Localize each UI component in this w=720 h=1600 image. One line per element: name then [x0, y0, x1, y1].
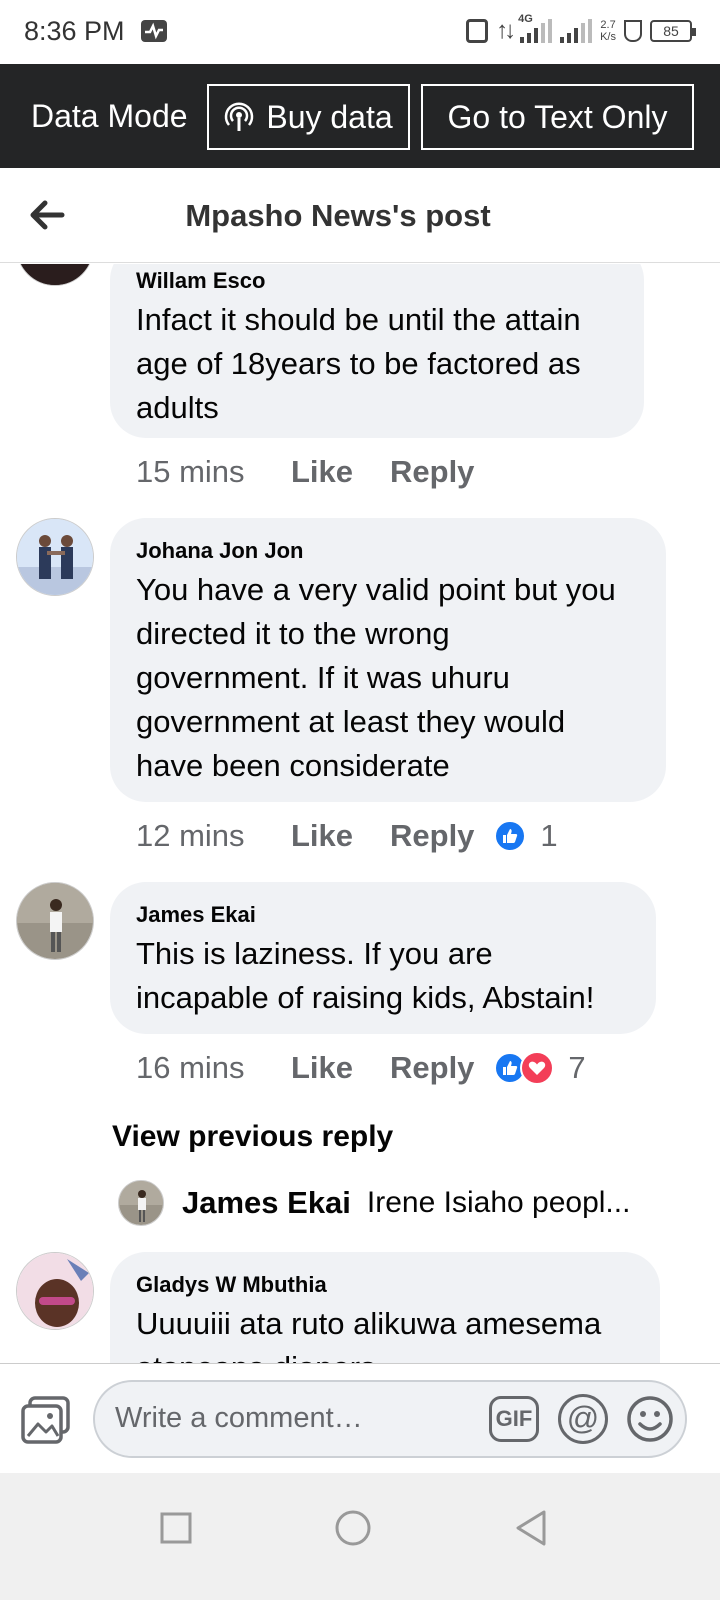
comment-text-line: have been considerate [136, 748, 450, 783]
home-button[interactable] [328, 1503, 378, 1553]
comment-text-line: atapeana diapers [136, 1346, 634, 1364]
love-reaction-icon [520, 1051, 555, 1085]
reaction-count: 1 [540, 818, 558, 853]
photo-icon [21, 1396, 70, 1444]
buy-data-label: Buy data [266, 98, 393, 135]
comment-author[interactable]: Gladys W Mbuthia [136, 1268, 634, 1302]
recents-button[interactable] [151, 1503, 201, 1553]
data-mode-bar: Data Mode Buy data Go to Text Only [0, 64, 720, 168]
reply-author[interactable]: James Ekai [182, 1185, 351, 1221]
speed-value: 2.7 [600, 19, 616, 31]
activity-icon [141, 20, 167, 42]
reply-button[interactable]: Reply [390, 818, 474, 854]
comment-text-line: adults [136, 390, 219, 425]
speed-unit: K/s [600, 31, 616, 43]
emoji-icon [627, 1396, 673, 1442]
comment-placeholder: Write a comment… [115, 1402, 363, 1434]
status-icons: ↑↓ 4G 2.7 K/s 85 [466, 13, 696, 48]
antenna-icon [225, 102, 254, 131]
page-title: Mpasho News's post [185, 198, 491, 233]
comment-author[interactable]: Willam Esco [136, 264, 618, 298]
reply-button[interactable]: Reply [390, 1050, 474, 1086]
comment-text-line: You have a very valid point but you [136, 572, 616, 607]
system-nav-bar [0, 1473, 720, 1600]
back-nav-button[interactable] [506, 1503, 556, 1553]
comment-time: 16 mins [136, 1050, 245, 1085]
mention-button[interactable]: @ [558, 1394, 608, 1444]
comment-text-line: Uuuuiii ata ruto alikuwa amesema [136, 1306, 602, 1341]
nav-back-triangle-icon [516, 1510, 546, 1546]
reaction-count: 7 [568, 1050, 586, 1085]
like-button[interactable]: Like [291, 1050, 390, 1086]
comment-text-line: directed it to the wrong [136, 616, 450, 651]
comment-time: 15 mins [136, 454, 245, 489]
reaction-summary[interactable]: 1 [494, 818, 558, 854]
vibrate-icon [466, 19, 489, 43]
status-bar: 8:36 PM ↑↓ 4G 2.7 K/s 85 [0, 0, 720, 64]
reply-preview[interactable]: James Ekai Irene Isiaho peopl... [118, 1180, 630, 1226]
lab-icon [624, 20, 642, 42]
view-previous-reply-link[interactable]: View previous reply [112, 1120, 393, 1154]
nav-circle-icon [335, 1510, 371, 1546]
emoji-button[interactable] [625, 1394, 675, 1444]
nav-square-icon [160, 1512, 192, 1544]
reply-button[interactable]: Reply [390, 454, 474, 490]
text-only-button[interactable]: Go to Text Only [421, 84, 694, 150]
comment-author[interactable]: James Ekai [136, 898, 630, 932]
comment-actions: 15 mins Like Reply [136, 452, 474, 492]
like-button[interactable]: Like [291, 454, 390, 490]
comment-text-line: government. If it was uhuru [136, 660, 510, 695]
buy-data-button[interactable]: Buy data [207, 84, 410, 150]
signal-sim2-icon [560, 19, 593, 43]
comment-bubble[interactable]: Willam Esco Infact it should be until th… [110, 264, 644, 438]
network-type: 4G [518, 13, 533, 25]
reply-text: Irene Isiaho peopl... [366, 1186, 631, 1219]
comment-text-line: age of 18years to be factored as [136, 346, 581, 381]
post-header: Mpasho News's post [0, 168, 720, 263]
battery-icon: 85 [650, 20, 696, 42]
data-mode-label: Data Mode [31, 98, 188, 134]
comment-text-line: government at least they would [136, 704, 566, 739]
comment-time: 12 mins [136, 818, 245, 853]
status-time: 8:36 PM [24, 16, 125, 46]
comment-author[interactable]: Johana Jon Jon [136, 534, 640, 568]
photo-button[interactable] [20, 1394, 72, 1446]
avatar[interactable] [16, 518, 94, 596]
comment-composer: Write a comment… GIF @ [0, 1363, 720, 1473]
comment-text-line: Infact it should be until the attain [136, 302, 581, 337]
comment-text-line: incapable of raising kids, Abstain! [136, 980, 595, 1015]
data-arrows-icon: ↑↓ [496, 17, 516, 44]
network-speed: 2.7 K/s [600, 19, 616, 43]
comment-bubble[interactable]: Gladys W Mbuthia Uuuuiii ata ruto alikuw… [110, 1252, 660, 1364]
comment-bubble[interactable]: James Ekai This is laziness. If you are … [110, 882, 656, 1034]
like-button[interactable]: Like [291, 818, 390, 854]
comment-text-line: This is laziness. If you are [136, 936, 493, 971]
comment-actions: 16 mins Like Reply 7 [136, 1048, 586, 1088]
comment-actions: 12 mins Like Reply 1 [136, 816, 558, 856]
signal-4g-icon: 4G [518, 13, 553, 43]
comment-bubble[interactable]: Johana Jon Jon You have a very valid poi… [110, 518, 666, 802]
avatar[interactable] [16, 882, 94, 960]
like-reaction-icon [494, 820, 527, 852]
reaction-summary[interactable]: 7 [494, 1050, 586, 1086]
comment-feed[interactable]: Willam Esco Infact it should be until th… [0, 264, 720, 1364]
avatar[interactable] [118, 1180, 164, 1226]
gif-button[interactable]: GIF [489, 1396, 539, 1442]
avatar[interactable] [16, 1252, 94, 1330]
avatar[interactable] [16, 264, 94, 286]
comment-input[interactable]: Write a comment… GIF @ [93, 1380, 687, 1458]
